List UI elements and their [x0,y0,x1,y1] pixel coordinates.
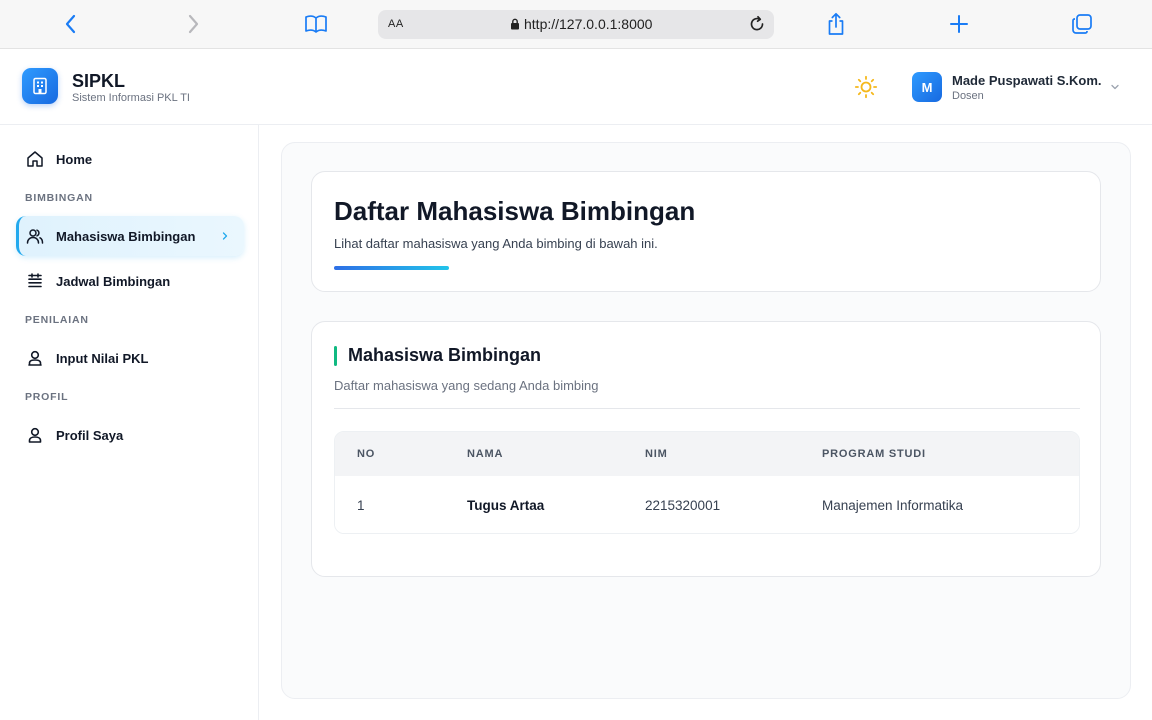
tabs-overview-icon[interactable] [1067,9,1097,39]
sidebar-item-label: Mahasiswa Bimbingan [56,228,196,244]
table-row[interactable]: 1 Tugus Artaa 2215320001 Manajemen Infor… [335,476,1079,533]
chevron-down-icon [1110,79,1120,97]
table-header: NO NAMA NIM PROGRAM STUDI [335,432,1079,476]
section-label-bimbingan: BIMBINGAN [25,192,93,204]
building-logo-icon [22,68,58,104]
cell-nim: 2215320001 [645,498,721,513]
user-role: Dosen [952,90,984,102]
divider [334,408,1080,409]
column-header-nama: NAMA [467,448,504,460]
sidebar-item-profil-saya[interactable]: Profil Saya [16,415,244,455]
page-header-card: Daftar Mahasiswa Bimbingan Lihat daftar … [311,171,1101,292]
sidebar-item-input-nilai[interactable]: Input Nilai PKL [16,338,244,378]
section-label-penilaian: PENILAIAN [25,314,89,326]
forward-icon[interactable] [178,9,208,39]
user-name: Made Puspawati S.Kom. [952,73,1102,88]
sidebar-item-label: Input Nilai PKL [56,350,149,366]
cell-program-studi: Manajemen Informatika [822,498,964,513]
bookmarks-icon[interactable] [301,9,331,39]
column-header-no: NO [357,448,376,460]
sidebar: Home BIMBINGAN Mahasiswa Bimbingan Jadwa… [0,125,259,720]
cell-no: 1 [357,498,365,513]
sun-theme-toggle-icon[interactable] [852,73,880,101]
url-text: http://127.0.0.1:8000 [524,16,653,32]
sidebar-item-label: Home [56,151,93,167]
lock-icon [511,18,519,30]
back-icon[interactable] [56,9,86,39]
user-menu[interactable]: M Made Puspawati S.Kom. Dosen [912,71,1126,105]
url-display[interactable]: http://127.0.0.1:8000 [510,16,652,32]
share-icon[interactable] [821,9,851,39]
section-subtitle: Daftar mahasiswa yang sedang Anda bimbin… [334,378,599,393]
app-header: SIPKL Sistem Informasi PKL TI M Made Pus… [0,49,1152,125]
app-subtitle: Sistem Informasi PKL TI [72,92,190,104]
section-accent-bar [334,346,337,366]
title-underline-bar [334,266,449,270]
address-bar[interactable]: AA http://127.0.0.1:8000 [378,10,774,39]
section-label-profil: PROFIL [25,391,69,403]
home-icon [25,149,45,169]
sidebar-item-jadwal-bimbingan[interactable]: Jadwal Bimbingan [16,261,244,301]
students-table: NO NAMA NIM PROGRAM STUDI 1 Tugus Artaa … [334,431,1080,534]
page-title: Daftar Mahasiswa Bimbingan [334,196,696,226]
student-list-card: Mahasiswa Bimbingan Daftar mahasiswa yan… [311,321,1101,577]
sidebar-item-mahasiswa-bimbingan[interactable]: Mahasiswa Bimbingan [16,216,244,256]
reader-aa-button[interactable]: AA [388,18,404,30]
sidebar-item-home[interactable]: Home [16,139,244,179]
list-icon [25,271,45,291]
column-header-nim: NIM [645,448,668,460]
sidebar-item-label: Profil Saya [56,427,124,443]
chevron-right-icon [220,229,230,247]
cell-nama: Tugus Artaa [467,498,545,513]
app-title: SIPKL [72,71,126,91]
avatar: M [912,72,942,102]
user-icon [25,425,45,445]
browser-toolbar: AA http://127.0.0.1:8000 [0,0,1152,49]
users-icon [25,226,45,246]
sidebar-item-label: Jadwal Bimbingan [56,273,171,289]
user-check-icon [25,348,45,368]
column-header-program-studi: PROGRAM STUDI [822,448,926,460]
new-tab-icon[interactable] [944,9,974,39]
section-title: Mahasiswa Bimbingan [348,345,542,365]
page-subtitle: Lihat daftar mahasiswa yang Anda bimbing… [334,236,658,251]
reload-icon[interactable] [746,13,768,35]
